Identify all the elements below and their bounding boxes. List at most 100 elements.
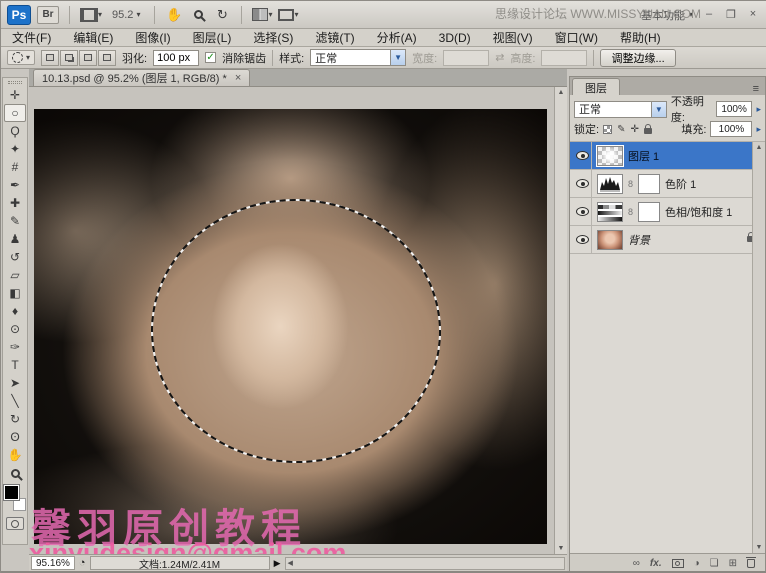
tab-close-icon[interactable]: × [235, 72, 241, 84]
link-layers-icon[interactable]: ∞ [633, 558, 640, 569]
3d-orbit-tool[interactable]: ʘ [4, 428, 26, 446]
layers-panel-tab[interactable]: 图层 [572, 78, 620, 95]
bridge-button[interactable]: Br [37, 6, 59, 24]
eraser-tool[interactable]: ▱ [4, 266, 26, 284]
layer-style-icon[interactable]: fx. [650, 558, 662, 569]
palette-grip[interactable] [8, 81, 22, 84]
adjustment-layer-icon[interactable]: ◑ [694, 558, 700, 569]
zoom-tool[interactable] [4, 464, 26, 482]
gradient-tool[interactable]: ◧ [4, 284, 26, 302]
menu-3d[interactable]: 3D(D) [428, 31, 482, 45]
new-layer-icon[interactable]: ⊞ [729, 558, 737, 569]
arrange-documents-icon[interactable]: ▾ [252, 6, 272, 24]
layer-mask-thumbnail[interactable] [638, 202, 660, 222]
visibility-toggle[interactable] [574, 170, 592, 197]
scroll-left-icon[interactable]: ◀ [288, 559, 293, 567]
scroll-up-icon[interactable]: ▲ [756, 144, 763, 151]
hand-tool[interactable]: ✋ [4, 446, 26, 464]
quick-selection-tool[interactable]: ✦ [4, 140, 26, 158]
type-tool[interactable]: T [4, 356, 26, 374]
layer-row-huesaturation1[interactable]: 8 色相/饱和度 1 [570, 198, 765, 226]
layer-row-levels1[interactable]: 8 色阶 1 [570, 170, 765, 198]
close-button[interactable]: × [745, 8, 761, 21]
new-group-icon[interactable]: ❏ [710, 558, 719, 569]
visibility-toggle[interactable] [574, 226, 592, 253]
menu-image[interactable]: 图像(I) [124, 29, 181, 46]
layer-mask-thumbnail[interactable] [638, 174, 660, 194]
intersect-selection-button[interactable] [98, 50, 116, 66]
foreground-color-swatch[interactable] [4, 485, 19, 500]
zoom-tool-icon[interactable] [189, 6, 207, 24]
opacity-field[interactable]: 100% [716, 101, 753, 117]
menu-view[interactable]: 视图(V) [482, 29, 544, 46]
pen-tool[interactable]: ✑ [4, 338, 26, 356]
eyedropper-tool[interactable]: ✒ [4, 176, 26, 194]
horizontal-scrollbar[interactable]: ◀ [285, 557, 566, 570]
scroll-up-icon[interactable]: ▲ [558, 89, 565, 96]
view-extras-icon[interactable]: ▾ [80, 6, 102, 24]
dodge-tool[interactable]: ⊙ [4, 320, 26, 338]
panel-menu-icon[interactable]: ≡ [749, 83, 763, 95]
spot-healing-brush-tool[interactable]: ✚ [4, 194, 26, 212]
3d-rotate-tool[interactable]: ↻ [4, 410, 26, 428]
blend-mode-select[interactable]: 正常 ▼ [574, 101, 667, 118]
menu-help[interactable]: 帮助(H) [609, 29, 672, 46]
path-selection-tool[interactable]: ➤ [4, 374, 26, 392]
vertical-scrollbar[interactable]: ▲ ▼ [554, 87, 567, 554]
restore-button[interactable]: ❐ [723, 8, 739, 21]
menu-file[interactable]: 文件(F) [1, 29, 62, 46]
levels-adjustment-thumbnail[interactable] [597, 174, 623, 194]
tool-preset-picker[interactable]: ▾ [7, 50, 35, 65]
mask-link-icon[interactable]: 8 [628, 179, 633, 189]
clone-stamp-tool[interactable]: ♟ [4, 230, 26, 248]
background-layer-thumbnail[interactable] [597, 230, 623, 250]
layer-row-layer1[interactable]: 图层 1 [570, 142, 765, 170]
status-zoom-field[interactable]: 95.16% [31, 556, 75, 570]
hand-tool-icon[interactable]: ✋ [165, 6, 183, 24]
layers-scrollbar[interactable]: ▲ ▼ [752, 142, 765, 553]
history-brush-tool[interactable]: ↺ [4, 248, 26, 266]
fill-field[interactable]: 100% [710, 121, 752, 137]
blur-tool[interactable]: ♦ [4, 302, 26, 320]
layer-thumbnail[interactable] [597, 146, 623, 166]
menu-analysis[interactable]: 分析(A) [366, 29, 428, 46]
zoom-level-dropdown[interactable]: 95.2▾ [108, 9, 144, 21]
new-selection-button[interactable] [41, 50, 59, 66]
workspace-switcher[interactable]: 基本功能▾ [641, 7, 693, 23]
crop-tool[interactable]: # [4, 158, 26, 176]
hue-saturation-adjustment-thumbnail[interactable] [597, 202, 623, 222]
status-menu-arrow-icon[interactable]: ▶ [274, 558, 281, 569]
antialias-checkbox[interactable]: ✓ [205, 52, 216, 63]
menu-window[interactable]: 窗口(W) [544, 29, 609, 46]
lock-pixels-icon[interactable]: ✎ [617, 124, 625, 135]
visibility-toggle[interactable] [574, 198, 592, 225]
style-select[interactable]: 正常 ▼ [310, 49, 406, 66]
move-tool[interactable]: ✛ [4, 86, 26, 104]
subtract-from-selection-button[interactable] [79, 50, 97, 66]
refine-edge-button[interactable]: 调整边缘... [600, 49, 675, 67]
add-layer-mask-icon[interactable] [672, 559, 684, 568]
menu-edit[interactable]: 编辑(E) [62, 29, 124, 46]
line-tool[interactable]: ╲ [4, 392, 26, 410]
fill-spinner-icon[interactable]: ▸ [756, 124, 761, 135]
feather-input[interactable] [153, 50, 199, 66]
document-tab[interactable]: 10.13.psd @ 95.2% (图层 1, RGB/8) * × [33, 69, 250, 86]
mask-link-icon[interactable]: 8 [628, 207, 633, 217]
menu-layer[interactable]: 图层(L) [182, 29, 243, 46]
lock-all-icon[interactable] [644, 128, 652, 134]
opacity-spinner-icon[interactable]: ▸ [756, 104, 761, 115]
scroll-down-icon[interactable]: ▼ [756, 544, 763, 551]
minimize-button[interactable]: – [701, 8, 717, 21]
elliptical-marquee-tool[interactable]: ○ [4, 104, 26, 122]
delete-layer-icon[interactable] [747, 559, 755, 568]
screen-mode-icon[interactable]: ▾ [278, 6, 298, 24]
visibility-toggle[interactable] [574, 142, 592, 169]
quick-mask-button[interactable] [6, 517, 24, 530]
rotate-view-icon[interactable]: ↻ [213, 6, 231, 24]
canvas-image-hands-holding-baby-hand[interactable] [34, 109, 547, 544]
lasso-tool[interactable]: Ϙ [4, 122, 26, 140]
lock-transparency-icon[interactable] [603, 125, 612, 134]
brush-tool[interactable]: ✎ [4, 212, 26, 230]
menu-filter[interactable]: 滤镜(T) [304, 29, 365, 46]
lock-position-icon[interactable]: ✛ [630, 124, 638, 135]
